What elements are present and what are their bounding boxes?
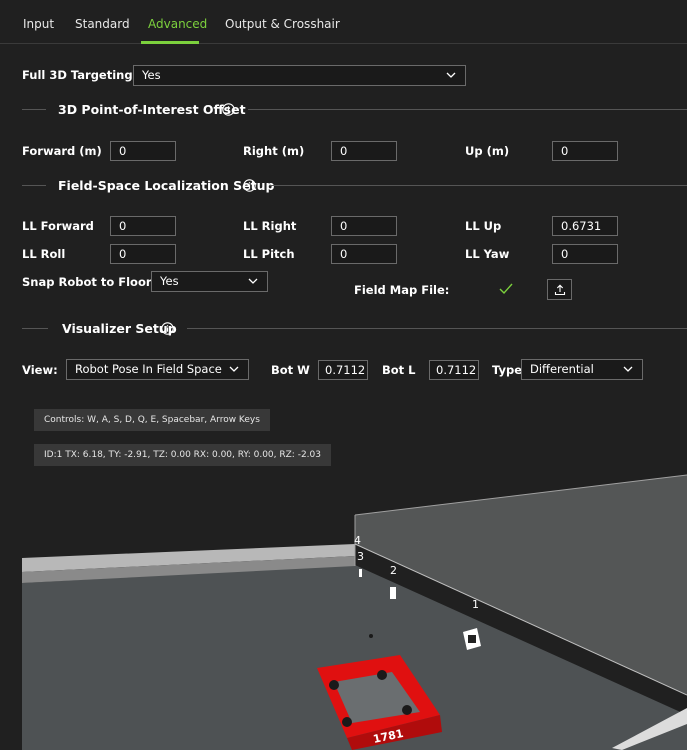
- chevron-down-icon: [248, 278, 258, 284]
- info-icon[interactable]: [222, 103, 235, 116]
- right-input[interactable]: 0: [331, 141, 397, 161]
- ll-forward-input[interactable]: 0: [110, 216, 176, 236]
- field-3d-viewport[interactable]: 4 3 2 1 1781: [22, 460, 687, 750]
- visualizer-section-title: Visualizer Setup: [62, 321, 177, 336]
- section-divider: [187, 328, 687, 329]
- up-label: Up (m): [465, 144, 510, 158]
- full3d-select[interactable]: Yes: [133, 65, 466, 86]
- snap-label: Snap Robot to Floor: [22, 275, 152, 289]
- section-divider: [22, 185, 46, 186]
- view-value: Robot Pose In Field Space: [75, 362, 222, 376]
- tag-label-3: 3: [357, 550, 364, 563]
- tag-label-2: 2: [390, 564, 397, 577]
- view-label: View:: [22, 363, 58, 377]
- active-tab-indicator: [141, 41, 199, 44]
- section-divider: [22, 328, 48, 329]
- tab-standard[interactable]: Standard: [75, 17, 130, 31]
- floor-marker: [369, 634, 373, 638]
- tag-label-1: 1: [472, 598, 479, 611]
- bot-l-input[interactable]: 0.7112: [429, 360, 479, 380]
- info-icon[interactable]: [161, 322, 174, 335]
- apriltag-1-pattern: [468, 635, 476, 643]
- type-value: Differential: [530, 362, 594, 376]
- poi-section-title: 3D Point-of-Interest Offset: [58, 102, 246, 117]
- ll-pitch-input[interactable]: 0: [331, 244, 397, 264]
- ll-forward-label: LL Forward: [22, 219, 94, 233]
- type-select[interactable]: Differential: [521, 359, 643, 380]
- chevron-down-icon: [229, 366, 239, 372]
- tab-bar: Input Standard Advanced Output & Crossha…: [0, 0, 687, 44]
- type-label: Type: [492, 363, 523, 377]
- tab-advanced[interactable]: Advanced: [148, 17, 207, 31]
- ll-roll-label: LL Roll: [22, 247, 66, 261]
- section-divider: [248, 109, 687, 110]
- chevron-down-icon: [623, 366, 633, 372]
- ll-right-label: LL Right: [243, 219, 297, 233]
- section-divider: [269, 185, 687, 186]
- info-icon[interactable]: [243, 179, 256, 192]
- bot-w-input[interactable]: 0.7112: [318, 360, 368, 380]
- controls-hint: Controls: W, A, S, D, Q, E, Spacebar, Ar…: [34, 409, 270, 431]
- ll-yaw-label: LL Yaw: [465, 247, 510, 261]
- snap-value: Yes: [160, 274, 179, 288]
- up-input[interactable]: 0: [552, 141, 618, 161]
- forward-label: Forward (m): [22, 144, 102, 158]
- apriltag-2: [390, 587, 396, 599]
- chevron-down-icon: [446, 72, 456, 78]
- bot-l-label: Bot L: [382, 363, 416, 377]
- checkmark-icon: [499, 283, 513, 295]
- upload-button[interactable]: [547, 279, 572, 300]
- bot-w-label: Bot W: [271, 363, 310, 377]
- ll-roll-input[interactable]: 0: [110, 244, 176, 264]
- ll-up-label: LL Up: [465, 219, 502, 233]
- tag-label-4: 4: [354, 534, 361, 547]
- apriltag-3: [359, 569, 362, 577]
- ll-pitch-label: LL Pitch: [243, 247, 295, 261]
- tab-input[interactable]: Input: [23, 17, 54, 31]
- localization-section-title: Field-Space Localization Setup: [58, 178, 275, 193]
- ll-up-input[interactable]: 0.6731: [552, 216, 618, 236]
- ll-right-input[interactable]: 0: [331, 216, 397, 236]
- upload-icon: [554, 284, 566, 296]
- field-map-label: Field Map File:: [354, 283, 450, 297]
- forward-input[interactable]: 0: [110, 141, 176, 161]
- full3d-label: Full 3D Targeting: [22, 68, 133, 82]
- right-label: Right (m): [243, 144, 305, 158]
- full3d-value: Yes: [142, 68, 161, 82]
- section-divider: [22, 109, 46, 110]
- snap-select[interactable]: Yes: [151, 271, 268, 292]
- tab-output-crosshair[interactable]: Output & Crosshair: [225, 17, 340, 31]
- view-select[interactable]: Robot Pose In Field Space: [66, 359, 249, 380]
- ll-yaw-input[interactable]: 0: [552, 244, 618, 264]
